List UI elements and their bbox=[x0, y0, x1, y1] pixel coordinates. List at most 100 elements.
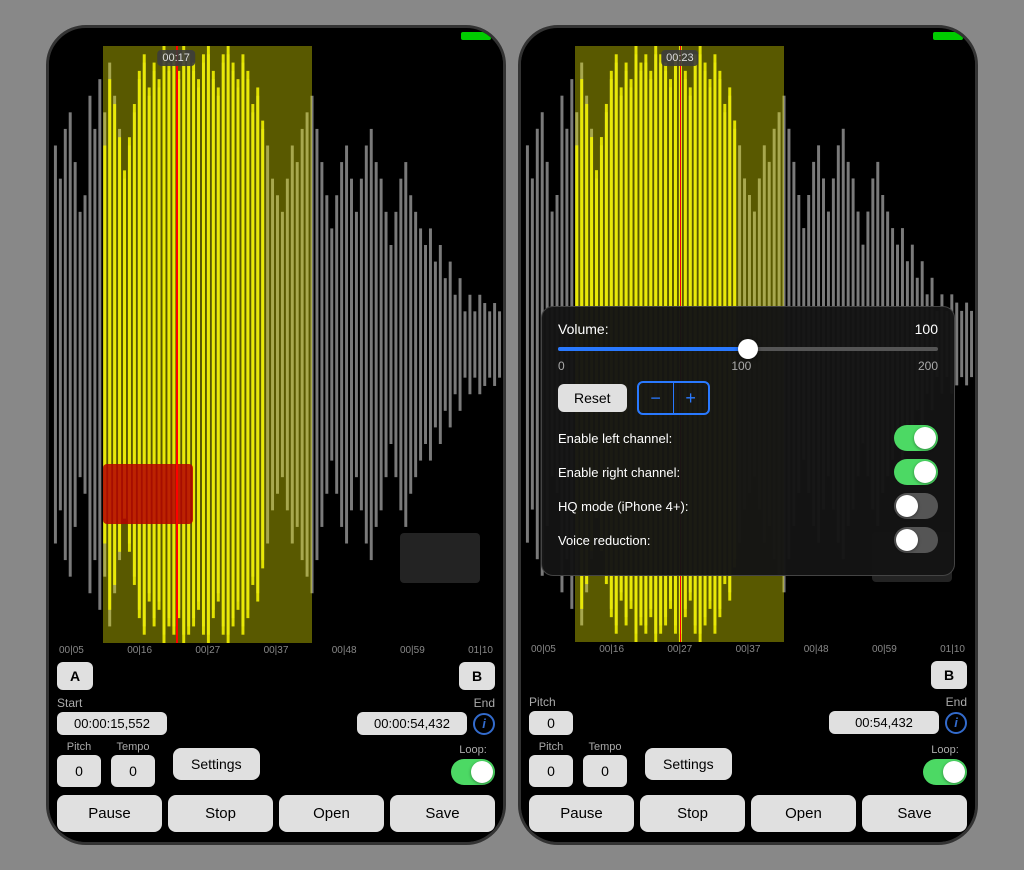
left-start-end-row: Start 00:00:15,552 End 00:00:54,432 i bbox=[49, 694, 503, 737]
left-pitch-label: Pitch bbox=[67, 741, 91, 753]
right-tempo-group: Tempo 0 bbox=[583, 741, 627, 787]
popup-plusminus-group: − + bbox=[637, 381, 710, 415]
left-waveform-area[interactable]: 00:17 bbox=[49, 46, 503, 643]
left-tempo-group: Tempo 0 bbox=[111, 741, 155, 787]
left-controls-row: Pitch 0 Tempo 0 Settings Loop: bbox=[49, 737, 503, 791]
left-settings-button[interactable]: Settings bbox=[173, 748, 260, 780]
left-pitch-value[interactable]: 0 bbox=[57, 755, 101, 787]
popup-slider-thumb[interactable] bbox=[738, 339, 758, 359]
popup-left-channel-row: Enable left channel: bbox=[558, 425, 938, 451]
popup-hq-mode-toggle[interactable] bbox=[894, 493, 938, 519]
popup-right-channel-row: Enable right channel: bbox=[558, 459, 938, 485]
right-start-group: Pitch 0 bbox=[529, 695, 573, 735]
right-status-bar bbox=[521, 28, 975, 46]
right-stop-button[interactable]: Stop bbox=[640, 795, 745, 832]
right-pause-button[interactable]: Pause bbox=[529, 795, 634, 832]
right-pitch-label-display: Pitch bbox=[529, 695, 573, 709]
right-loop-toggle[interactable] bbox=[923, 759, 967, 785]
right-settings-popup: Volume: 100 0 100 200 Reset bbox=[541, 306, 955, 576]
left-end-label: End bbox=[474, 696, 495, 710]
popup-volume-row: Volume: 100 bbox=[558, 321, 938, 337]
left-ab-row: A B bbox=[49, 658, 503, 694]
popup-slider-track[interactable] bbox=[558, 347, 938, 351]
popup-voice-reduction-knob bbox=[896, 529, 918, 551]
popup-volume-label: Volume: bbox=[558, 321, 907, 337]
right-settings-button[interactable]: Settings bbox=[645, 748, 732, 780]
left-loop-toggle[interactable] bbox=[451, 759, 495, 785]
popup-right-channel-knob bbox=[914, 461, 936, 483]
left-phone-screen: 00:17 bbox=[46, 25, 506, 845]
left-end-group: End 00:00:54,432 i bbox=[357, 696, 495, 735]
popup-minus-button[interactable]: − bbox=[639, 383, 673, 413]
right-ab-row: B bbox=[521, 657, 975, 693]
right-pitch-value-display[interactable]: 0 bbox=[529, 711, 573, 735]
right-open-button[interactable]: Open bbox=[751, 795, 856, 832]
right-loop-label: Loop: bbox=[931, 744, 959, 756]
right-tempo-value[interactable]: 0 bbox=[583, 755, 627, 787]
popup-hq-mode-label: HQ mode (iPhone 4+): bbox=[558, 499, 894, 514]
right-info-button[interactable]: i bbox=[945, 712, 967, 734]
popup-hq-mode-row: HQ mode (iPhone 4+): bbox=[558, 493, 938, 519]
right-loop-group: Loop: bbox=[923, 744, 967, 785]
left-pitch-group: Pitch 0 bbox=[57, 741, 101, 787]
popup-slider-fill bbox=[558, 347, 748, 351]
left-loop-group: Loop: bbox=[451, 744, 495, 785]
popup-left-channel-toggle[interactable] bbox=[894, 425, 938, 451]
popup-voice-reduction-label: Voice reduction: bbox=[558, 533, 894, 548]
left-bottom-buttons: Pause Stop Open Save bbox=[49, 791, 503, 842]
left-status-bar bbox=[49, 28, 503, 46]
left-loop-label: Loop: bbox=[459, 744, 487, 756]
popup-volume-value: 100 bbox=[915, 321, 938, 337]
right-end-group: End 00:54,432 i bbox=[829, 695, 967, 734]
left-tempo-label: Tempo bbox=[116, 741, 149, 753]
left-stop-button[interactable]: Stop bbox=[168, 795, 273, 832]
left-pause-button[interactable]: Pause bbox=[57, 795, 162, 832]
popup-slider-mid: 100 bbox=[731, 359, 751, 373]
popup-right-channel-label: Enable right channel: bbox=[558, 465, 894, 480]
right-start-end-row: Pitch 0 End 00:54,432 i bbox=[521, 693, 975, 737]
right-waveform-area[interactable]: 00:23 bbox=[521, 46, 975, 642]
left-playhead-line bbox=[176, 46, 178, 643]
right-battery-indicator bbox=[933, 32, 963, 40]
left-b-button[interactable]: B bbox=[459, 662, 495, 690]
right-bottom-buttons: Pause Stop Open Save bbox=[521, 791, 975, 842]
left-a-button[interactable]: A bbox=[57, 662, 93, 690]
right-time-labels: 00|05 00|16 00|27 00|37 00|48 00|59 01|1… bbox=[521, 642, 975, 657]
popup-slider-min: 0 bbox=[558, 359, 565, 373]
popup-plus-button[interactable]: + bbox=[674, 383, 708, 413]
right-pitch-label: Pitch bbox=[539, 741, 563, 753]
right-playhead-time: 00:23 bbox=[661, 50, 699, 66]
left-info-button[interactable]: i bbox=[473, 713, 495, 735]
right-pitch-group: Pitch 0 bbox=[529, 741, 573, 787]
popup-voice-reduction-toggle[interactable] bbox=[894, 527, 938, 553]
right-tempo-label: Tempo bbox=[588, 741, 621, 753]
left-start-group: Start 00:00:15,552 bbox=[57, 696, 167, 735]
popup-left-channel-label: Enable left channel: bbox=[558, 431, 894, 446]
right-save-button[interactable]: Save bbox=[862, 795, 967, 832]
right-end-time[interactable]: 00:54,432 bbox=[829, 711, 939, 734]
popup-right-channel-toggle[interactable] bbox=[894, 459, 938, 485]
right-b-button[interactable]: B bbox=[931, 661, 967, 689]
left-start-time[interactable]: 00:00:15,552 bbox=[57, 712, 167, 735]
left-selection-highlight bbox=[103, 46, 312, 643]
popup-hq-mode-knob bbox=[896, 495, 918, 517]
left-open-button[interactable]: Open bbox=[279, 795, 384, 832]
popup-volume-slider-container[interactable] bbox=[558, 347, 938, 351]
popup-slider-max: 200 bbox=[918, 359, 938, 373]
right-controls-row: Pitch 0 Tempo 0 Settings Loop: bbox=[521, 737, 975, 791]
left-region-marker[interactable] bbox=[103, 464, 193, 524]
left-loop-toggle-knob bbox=[471, 761, 493, 783]
left-dark-region[interactable] bbox=[400, 533, 480, 583]
left-end-time[interactable]: 00:00:54,432 bbox=[357, 712, 467, 735]
left-tempo-value[interactable]: 0 bbox=[111, 755, 155, 787]
right-end-label: End bbox=[946, 695, 967, 709]
popup-left-channel-knob bbox=[914, 427, 936, 449]
left-save-button[interactable]: Save bbox=[390, 795, 495, 832]
popup-voice-reduction-row: Voice reduction: bbox=[558, 527, 938, 553]
right-loop-toggle-knob bbox=[943, 761, 965, 783]
left-battery-indicator bbox=[461, 32, 491, 40]
popup-reset-button[interactable]: Reset bbox=[558, 384, 627, 412]
right-phone-screen: 00:23 bbox=[518, 25, 978, 845]
left-start-label: Start bbox=[57, 696, 167, 710]
right-pitch-value[interactable]: 0 bbox=[529, 755, 573, 787]
